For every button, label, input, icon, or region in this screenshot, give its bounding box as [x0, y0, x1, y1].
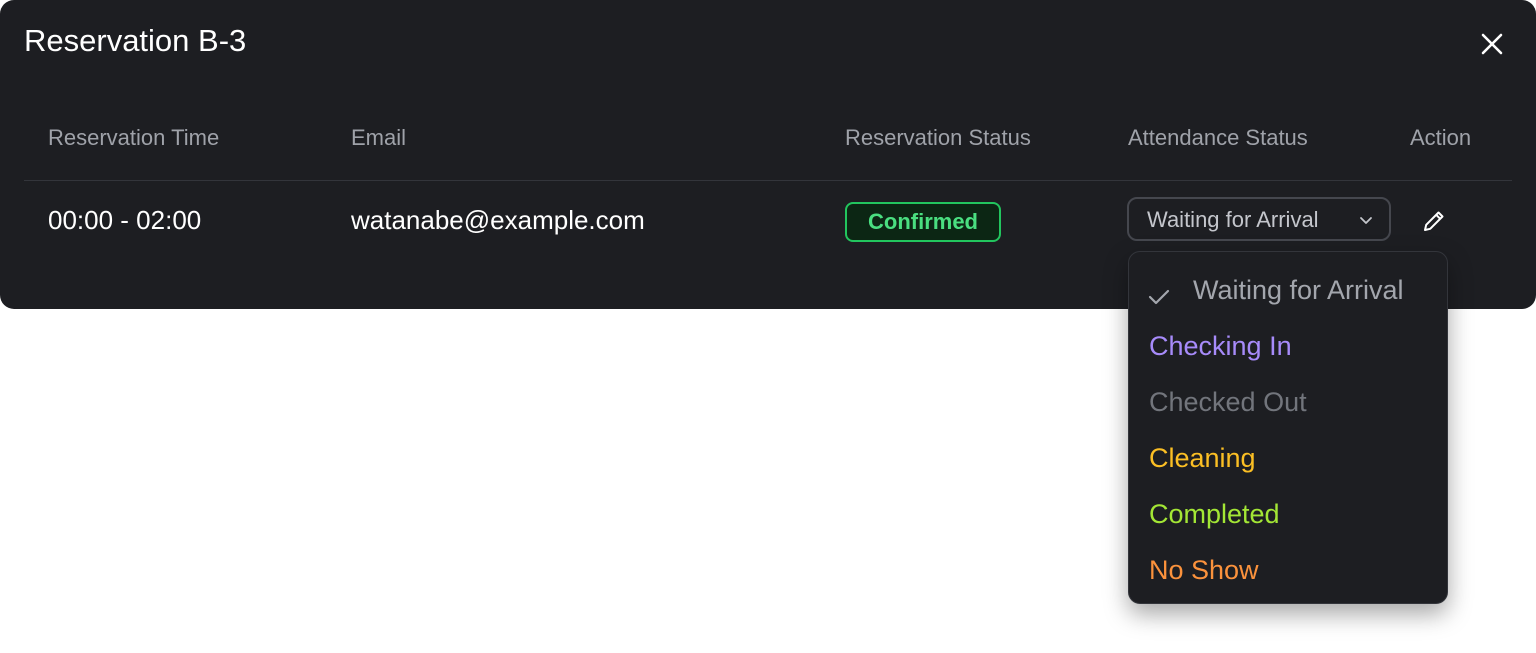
cell-email: watanabe@example.com: [351, 205, 645, 235]
menu-option-label: Completed: [1149, 499, 1280, 529]
header-reservation-status: Reservation Status: [845, 125, 1031, 150]
menu-option-label: No Show: [1149, 555, 1259, 585]
check-icon: [1148, 289, 1170, 305]
header-action: Action: [1410, 125, 1472, 150]
attendance-status-value: Waiting for Arrival: [1147, 207, 1319, 232]
menu-option-checking-in[interactable]: Checking In: [1129, 318, 1447, 374]
menu-option-label: Checked Out: [1149, 387, 1307, 417]
menu-option-checked-out[interactable]: Checked Out: [1129, 374, 1447, 430]
cell-reservation-time: 00:00 - 02:00: [48, 205, 202, 235]
menu-option-waiting-for-arrival[interactable]: Waiting for Arrival: [1129, 262, 1447, 318]
menu-option-no-show[interactable]: No Show: [1129, 542, 1447, 598]
chevron-down-icon: [1360, 217, 1372, 224]
header-reservation-time: Reservation Time: [48, 125, 220, 150]
status-badge: Confirmed: [845, 202, 1001, 242]
edit-button[interactable]: [1419, 206, 1449, 236]
table-divider: [24, 180, 1512, 181]
modal-title: Reservation B-3: [24, 23, 247, 58]
header-attendance-status: Attendance Status: [1128, 125, 1308, 150]
menu-option-label: Cleaning: [1149, 443, 1256, 473]
header-email: Email: [351, 125, 407, 150]
menu-option-completed[interactable]: Completed: [1129, 486, 1447, 542]
menu-option-label: Waiting for Arrival: [1193, 275, 1404, 305]
attendance-status-menu: Waiting for Arrival Checking In Checked …: [1128, 251, 1448, 604]
pencil-icon: [1424, 211, 1444, 231]
menu-option-cleaning[interactable]: Cleaning: [1129, 430, 1447, 486]
attendance-status-select[interactable]: Waiting for Arrival: [1127, 197, 1391, 241]
close-icon: [1481, 33, 1503, 55]
close-button[interactable]: [1474, 26, 1510, 62]
menu-option-label: Checking In: [1149, 331, 1292, 361]
